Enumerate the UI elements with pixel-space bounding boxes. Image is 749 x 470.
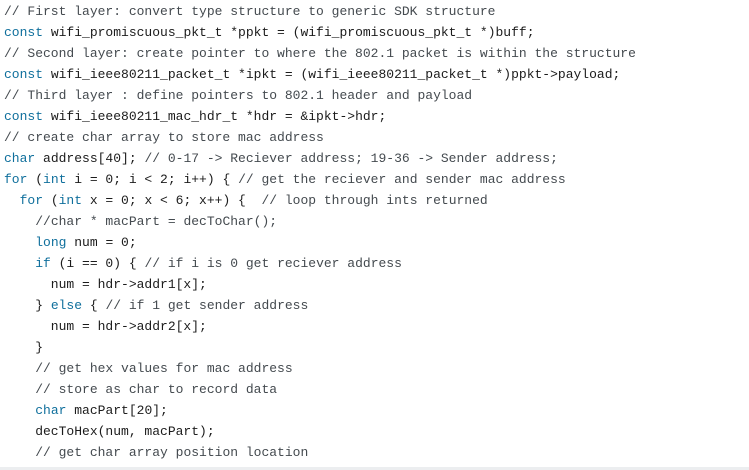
code-token-plain: } bbox=[4, 298, 51, 313]
code-token-keyword: if bbox=[35, 256, 51, 271]
code-token-plain: { bbox=[82, 298, 106, 313]
code-token-comment: // if i is 0 get reciever address bbox=[144, 256, 402, 271]
code-token-comment: // First layer: convert type structure t… bbox=[4, 4, 496, 19]
code-token-plain: ( bbox=[43, 193, 59, 208]
code-token-comment: // get char array position location bbox=[35, 445, 309, 460]
code-token-keyword: char bbox=[4, 151, 36, 166]
code-token-comment: // loop through ints returned bbox=[261, 193, 488, 208]
code-line: long num = 0; bbox=[4, 232, 749, 253]
code-token-comment: // Third layer : define pointers to 802.… bbox=[4, 88, 473, 103]
code-token-plain: } bbox=[4, 340, 44, 355]
code-token-comment: // create char array to store mac addres… bbox=[4, 130, 324, 145]
code-token-plain: wifi_promiscuous_pkt_t *ppkt = (wifi_pro… bbox=[43, 25, 535, 40]
code-token-keyword: for bbox=[4, 172, 28, 187]
code-line: const wifi_ieee80211_packet_t *ipkt = (w… bbox=[4, 64, 749, 85]
code-line: const wifi_promiscuous_pkt_t *ppkt = (wi… bbox=[4, 22, 749, 43]
code-line: // Second layer: create pointer to where… bbox=[4, 43, 749, 64]
code-line: } else { // if 1 get sender address bbox=[4, 295, 749, 316]
code-token-keyword: long bbox=[35, 235, 67, 250]
code-line: num = hdr->addr1[x]; bbox=[4, 274, 749, 295]
code-token-plain: x = 0; x < 6; x++) { bbox=[82, 193, 262, 208]
code-line: } bbox=[4, 337, 749, 358]
code-line: const wifi_ieee80211_mac_hdr_t *hdr = &i… bbox=[4, 106, 749, 127]
code-token-comment: // get the reciever and sender mac addre… bbox=[238, 172, 566, 187]
code-token-plain: num = hdr->addr1[x]; bbox=[4, 277, 207, 292]
code-line: // create char array to store mac addres… bbox=[4, 127, 749, 148]
code-token-keyword: char bbox=[35, 403, 67, 418]
code-token-comment: //char * macPart = decToChar(); bbox=[35, 214, 278, 229]
code-token-keyword: int bbox=[58, 193, 83, 208]
code-lines: // First layer: convert type structure t… bbox=[4, 1, 749, 463]
code-token-plain: address[40]; bbox=[35, 151, 145, 166]
code-token-keyword: int bbox=[43, 172, 67, 187]
code-line: if (i == 0) { // if i is 0 get reciever … bbox=[4, 253, 749, 274]
code-line: decToHex(num, macPart); bbox=[4, 421, 749, 442]
code-line: // First layer: convert type structure t… bbox=[4, 1, 749, 22]
code-token-plain: wifi_ieee80211_mac_hdr_t *hdr = &ipkt->h… bbox=[43, 109, 387, 124]
code-token-keyword: const bbox=[4, 109, 44, 124]
code-line: num = hdr->addr2[x]; bbox=[4, 316, 749, 337]
code-line: char macPart[20]; bbox=[4, 400, 749, 421]
code-line: // get hex values for mac address bbox=[4, 358, 749, 379]
code-token-keyword: else bbox=[50, 298, 83, 313]
code-token-plain: num = hdr->addr2[x]; bbox=[4, 319, 207, 334]
code-line: //char * macPart = decToChar(); bbox=[4, 211, 749, 232]
code-token-comment: // 0-17 -> Reciever address; 19-36 -> Se… bbox=[144, 151, 558, 166]
code-token-keyword: const bbox=[4, 67, 44, 82]
code-line: for (int x = 0; x < 6; x++) { // loop th… bbox=[4, 190, 749, 211]
code-token-plain: wifi_ieee80211_packet_t *ipkt = (wifi_ie… bbox=[43, 67, 621, 82]
code-line: for (int i = 0; i < 2; i++) { // get the… bbox=[4, 169, 749, 190]
code-line: char address[40]; // 0-17 -> Reciever ad… bbox=[4, 148, 749, 169]
code-token-plain: macPart[20]; bbox=[66, 403, 168, 418]
code-editor[interactable]: // First layer: convert type structure t… bbox=[0, 0, 749, 470]
code-token-plain: ( bbox=[27, 172, 44, 187]
code-token-comment: // get hex values for mac address bbox=[35, 361, 293, 376]
code-line: // store as char to record data bbox=[4, 379, 749, 400]
code-token-plain: num = 0; bbox=[66, 235, 137, 250]
code-line: // Third layer : define pointers to 802.… bbox=[4, 85, 749, 106]
code-token-plain: i = 0; i < 2; i++) { bbox=[66, 172, 239, 187]
code-line: // get char array position location bbox=[4, 442, 749, 463]
code-token-comment: // store as char to record data bbox=[35, 382, 278, 397]
code-token-plain: (i == 0) { bbox=[50, 256, 145, 271]
code-token-plain: decToHex(num, macPart); bbox=[4, 424, 215, 439]
code-token-comment: // if 1 get sender address bbox=[105, 298, 309, 313]
code-token-keyword: for bbox=[19, 193, 44, 208]
code-token-keyword: const bbox=[4, 25, 44, 40]
code-token-comment: // Second layer: create pointer to where… bbox=[4, 46, 636, 61]
